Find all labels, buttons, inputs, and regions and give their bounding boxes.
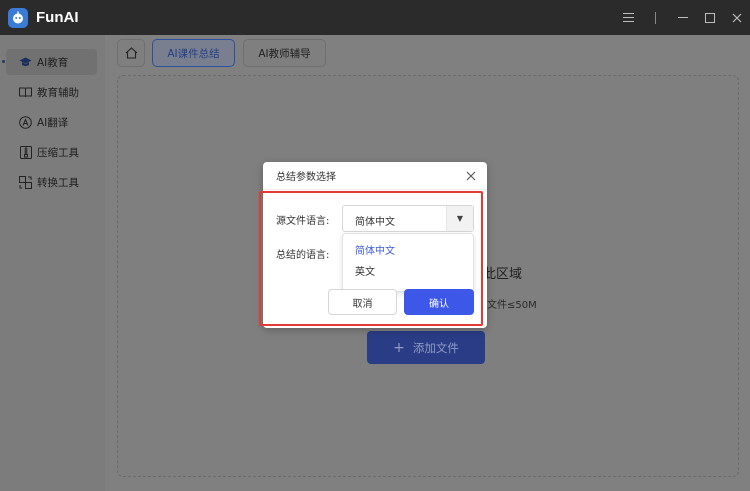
app-title: FunAI bbox=[36, 9, 79, 26]
maximize-icon[interactable] bbox=[696, 0, 723, 35]
add-file-button[interactable]: + 添加文件 bbox=[367, 331, 485, 364]
sidebar-item-label: 教育辅助 bbox=[37, 86, 79, 99]
option-english[interactable]: 英文 bbox=[343, 259, 473, 281]
book-icon bbox=[19, 86, 32, 99]
separator-icon bbox=[642, 0, 669, 35]
sidebar-item-label: 转换工具 bbox=[37, 176, 79, 189]
home-icon bbox=[125, 47, 137, 59]
caret-down-icon[interactable]: ▼ bbox=[446, 206, 473, 231]
menu-icon[interactable] bbox=[615, 0, 642, 35]
language-dropdown: 简体中文 英文 bbox=[342, 233, 474, 292]
dialog-title: 总结参数选择 bbox=[276, 172, 336, 183]
dropzone-title: 此区域 bbox=[483, 267, 523, 282]
option-simplified-chinese[interactable]: 简体中文 bbox=[343, 238, 473, 260]
source-language-label: 源文件语言: bbox=[276, 216, 330, 227]
cancel-button[interactable]: 取消 bbox=[328, 289, 397, 315]
dialog-header: 总结参数选择 bbox=[263, 162, 487, 190]
sidebar: AI教育 教育辅助 AI翻译 压缩工具 转换工具 bbox=[0, 35, 105, 491]
translate-icon bbox=[19, 115, 32, 129]
select-value: 简体中文 bbox=[355, 217, 395, 228]
app-logo-icon bbox=[8, 7, 28, 28]
confirm-button[interactable]: 确认 bbox=[404, 289, 474, 315]
active-indicator bbox=[2, 60, 5, 63]
tab-ai-teacher-tutoring[interactable]: AI教师辅导 bbox=[243, 39, 326, 67]
tab-ai-courseware-summary[interactable]: AI课件总结 bbox=[152, 39, 235, 67]
plus-icon: + bbox=[393, 339, 405, 356]
sidebar-item-label: 压缩工具 bbox=[37, 146, 79, 159]
title-bar: FunAI bbox=[0, 0, 750, 35]
add-file-label: 添加文件 bbox=[412, 340, 459, 355]
sidebar-item-education-assist[interactable]: 教育辅助 bbox=[6, 79, 97, 105]
close-icon[interactable] bbox=[463, 168, 479, 184]
sidebar-item-label: AI教育 bbox=[37, 56, 69, 69]
sidebar-item-ai-education[interactable]: AI教育 bbox=[2, 49, 97, 75]
sidebar-item-compress-tool[interactable]: 压缩工具 bbox=[6, 139, 97, 165]
dropzone-hint: 文件≤50M bbox=[487, 300, 537, 311]
summary-language-label: 总结的语言: bbox=[276, 250, 330, 261]
source-language-select[interactable]: 简体中文 ▼ bbox=[342, 205, 474, 232]
close-window-icon[interactable] bbox=[723, 0, 750, 35]
sidebar-item-ai-translate[interactable]: AI翻译 bbox=[6, 109, 97, 135]
convert-icon bbox=[19, 175, 32, 189]
sidebar-item-convert-tool[interactable]: 转换工具 bbox=[6, 169, 97, 195]
compress-icon bbox=[19, 145, 32, 159]
minimize-icon[interactable] bbox=[669, 0, 696, 35]
graduation-cap-icon bbox=[19, 56, 32, 69]
home-button[interactable] bbox=[117, 39, 145, 67]
sidebar-item-label: AI翻译 bbox=[37, 116, 69, 129]
